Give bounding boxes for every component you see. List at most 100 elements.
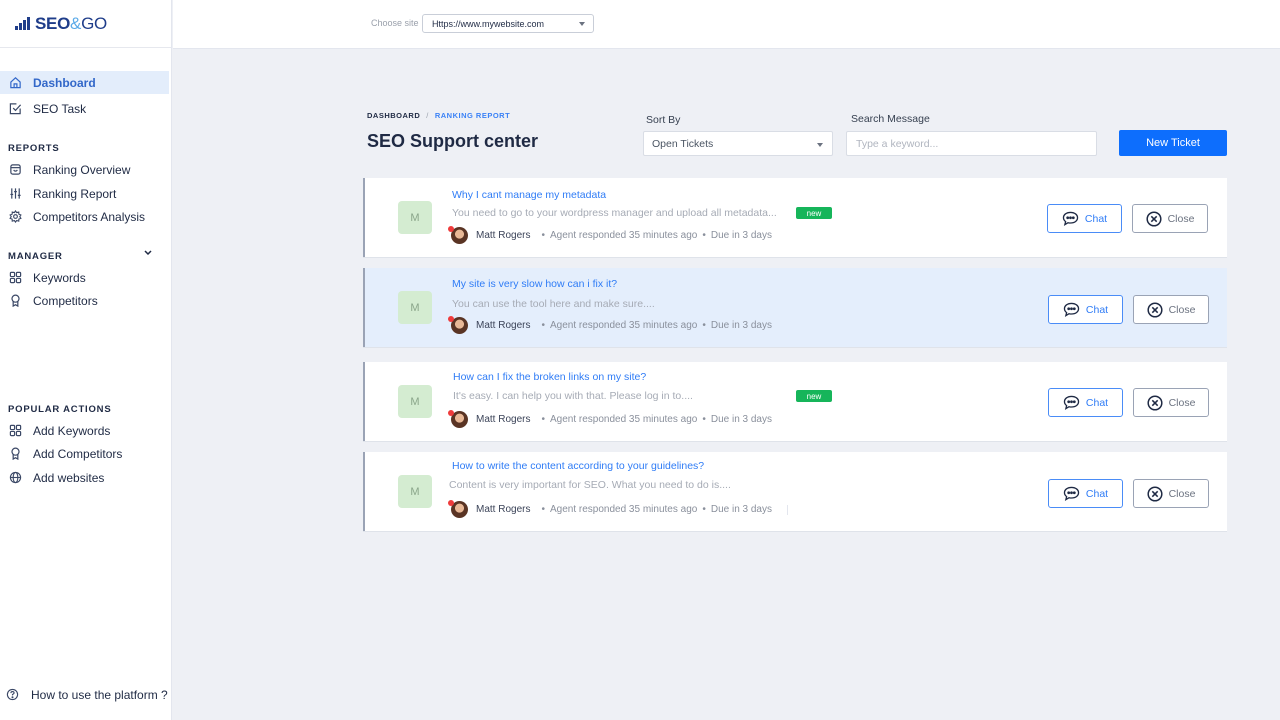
user-avatar xyxy=(448,316,468,334)
ticket-card: M How can I fix the broken links on my s… xyxy=(363,362,1227,441)
chevron-down-icon[interactable] xyxy=(144,248,152,258)
due-text: Due in 3 days xyxy=(710,414,772,425)
sort-by-label: Sort By xyxy=(646,114,681,126)
chat-button[interactable]: Chat xyxy=(1048,295,1123,324)
help-label: How to use the platform ? xyxy=(31,688,168,702)
close-button[interactable]: Close xyxy=(1133,295,1209,324)
chat-button[interactable]: Chat xyxy=(1047,204,1122,233)
search-input[interactable] xyxy=(846,131,1097,156)
sidebar-item-add-websites[interactable]: Add websites xyxy=(0,466,169,489)
chat-label: Chat xyxy=(1085,396,1109,409)
breadcrumb-separator: / xyxy=(426,111,429,120)
grid-icon xyxy=(8,424,22,438)
user-name: Matt Rogers xyxy=(476,414,531,425)
ticket-meta: Matt Rogers • Agent responded 35 minutes… xyxy=(448,410,772,428)
ticket-avatar: M xyxy=(398,201,432,234)
close-circle-icon xyxy=(1147,394,1163,411)
sidebar-item-label: Ranking Overview xyxy=(33,162,131,177)
ticket-avatar: M xyxy=(398,475,432,508)
help-link[interactable]: How to use the platform ? xyxy=(6,688,168,702)
sidebar-item-label: Competitors xyxy=(33,293,98,308)
close-label: Close xyxy=(1167,212,1195,225)
sidebar-item-dashboard[interactable]: Dashboard xyxy=(0,71,169,94)
close-button[interactable]: Close xyxy=(1133,479,1209,508)
user-avatar xyxy=(448,410,468,428)
new-badge: new xyxy=(796,207,832,219)
sliders-icon xyxy=(8,187,22,201)
new-ticket-button[interactable]: New Ticket xyxy=(1119,130,1227,156)
logo[interactable]: SEO&GO xyxy=(15,14,107,34)
chat-label: Chat xyxy=(1085,303,1109,316)
chat-button[interactable]: Chat xyxy=(1048,388,1123,417)
sidebar-item-label: Dashboard xyxy=(33,75,96,90)
sidebar-item-seo-task[interactable]: SEO Task xyxy=(0,97,169,120)
chat-label: Chat xyxy=(1085,487,1109,500)
divider xyxy=(787,505,788,515)
ticket-title[interactable]: How to write the content according to yo… xyxy=(452,460,704,472)
sidebar-item-label: SEO Task xyxy=(33,101,87,116)
breadcrumb: DASHBOARD / RANKING REPORT xyxy=(367,111,510,120)
sidebar-item-ranking-overview[interactable]: Ranking Overview xyxy=(0,158,169,181)
breadcrumb-current[interactable]: RANKING REPORT xyxy=(435,111,510,120)
ticket-title[interactable]: My site is very slow how can i fix it? xyxy=(452,278,617,290)
sidebar-item-competitors[interactable]: Competitors xyxy=(0,289,169,312)
close-button[interactable]: Close xyxy=(1132,204,1208,233)
bullet-separator: • xyxy=(541,320,545,331)
site-select-value: Https://www.mywebsite.com xyxy=(432,18,545,29)
bullet-separator: • xyxy=(702,504,706,515)
ticket-message: It's easy. I can help you with that. Ple… xyxy=(453,390,693,402)
award-icon xyxy=(8,447,22,461)
section-title-manager: MANAGER xyxy=(8,251,63,262)
responded-text: Agent responded 35 minutes ago xyxy=(549,414,698,425)
bullet-separator: • xyxy=(541,504,545,515)
ticket-message: You can use the tool here and make sure.… xyxy=(452,298,655,310)
search-message-label: Search Message xyxy=(851,113,930,125)
sidebar-item-ranking-report[interactable]: Ranking Report xyxy=(0,182,169,205)
grid-icon xyxy=(8,271,22,285)
status-dot xyxy=(448,500,454,506)
status-dot xyxy=(448,410,454,416)
sidebar: SEO&GO Dashboard SEO Task REPORTS Rankin… xyxy=(0,0,172,720)
sidebar-item-label: Add websites xyxy=(33,470,105,485)
chat-bubble-icon xyxy=(1062,211,1079,226)
sort-select[interactable]: Open Tickets xyxy=(643,131,833,156)
due-text: Due in 3 days xyxy=(710,504,772,515)
logo-bars-icon xyxy=(15,17,30,30)
sidebar-item-add-keywords[interactable]: Add Keywords xyxy=(0,419,169,442)
close-label: Close xyxy=(1168,303,1196,316)
globe-icon xyxy=(8,471,22,485)
user-avatar xyxy=(448,226,468,244)
status-dot xyxy=(448,316,454,322)
site-select[interactable]: Https://www.mywebsite.com xyxy=(422,14,594,33)
logo-text-main: SEO xyxy=(35,13,71,33)
sidebar-item-keywords[interactable]: Keywords xyxy=(0,266,169,289)
close-label: Close xyxy=(1168,487,1196,500)
caret-down-icon xyxy=(817,143,823,147)
ticket-message: Content is very important for SEO. What … xyxy=(449,479,731,491)
ticket-title[interactable]: How can I fix the broken links on my sit… xyxy=(453,371,646,383)
sidebar-item-competitors-analysis[interactable]: Competitors Analysis xyxy=(0,205,169,228)
ticket-meta: Matt Rogers • Agent responded 35 minutes… xyxy=(448,226,772,244)
due-text: Due in 3 days xyxy=(710,230,772,241)
sidebar-item-add-competitors[interactable]: Add Competitors xyxy=(0,442,169,465)
sidebar-item-label: Competitors Analysis xyxy=(33,209,146,224)
breadcrumb-dashboard[interactable]: DASHBOARD xyxy=(367,111,420,120)
close-circle-icon xyxy=(1147,301,1163,318)
responded-text: Agent responded 35 minutes ago xyxy=(549,320,698,331)
ticket-card: M Why I cant manage my metadata You need… xyxy=(363,178,1227,257)
user-avatar xyxy=(448,500,468,518)
ticket-avatar: M xyxy=(398,385,432,418)
page-title: SEO Support center xyxy=(367,131,539,151)
logo-text-amp: & xyxy=(70,13,82,33)
new-badge: new xyxy=(796,390,832,402)
close-button[interactable]: Close xyxy=(1133,388,1209,417)
sidebar-item-label: Keywords xyxy=(33,270,86,285)
chat-bubble-icon xyxy=(1063,395,1080,410)
ticket-card: M How to write the content according to … xyxy=(363,452,1227,531)
bullet-separator: • xyxy=(541,414,545,425)
chat-button[interactable]: Chat xyxy=(1048,479,1123,508)
user-name: Matt Rogers xyxy=(476,230,531,241)
checkbox-icon xyxy=(8,102,22,116)
ticket-title[interactable]: Why I cant manage my metadata xyxy=(452,189,606,201)
user-name: Matt Rogers xyxy=(476,320,531,331)
